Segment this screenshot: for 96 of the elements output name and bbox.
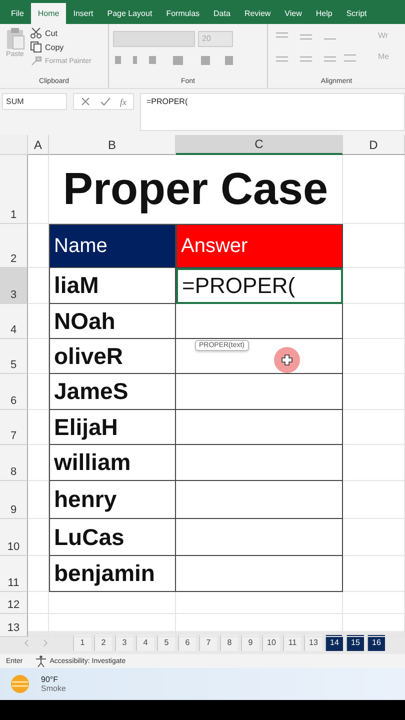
table-cell: LuCas bbox=[49, 519, 176, 556]
ribbon-tab[interactable]: Help bbox=[308, 3, 340, 24]
row-header[interactable]: 3 bbox=[0, 268, 28, 304]
empty-cell bbox=[343, 592, 405, 614]
ribbon-tab[interactable]: Home bbox=[30, 3, 66, 24]
ribbon-tab[interactable]: Script bbox=[339, 3, 374, 24]
empty-cell bbox=[28, 304, 49, 339]
empty-cell bbox=[28, 519, 49, 556]
brush-icon bbox=[30, 55, 42, 67]
empty-cell bbox=[343, 304, 405, 339]
row-header[interactable]: 9 bbox=[0, 481, 28, 519]
weather-condition: Smoke bbox=[41, 684, 66, 693]
temperature: 90°F bbox=[41, 675, 59, 684]
empty-cell bbox=[28, 410, 49, 445]
empty-cell bbox=[28, 592, 49, 614]
clipboard-icon bbox=[4, 27, 26, 51]
empty-cell bbox=[28, 339, 49, 374]
row-header[interactable]: 4 bbox=[0, 304, 28, 339]
table-cell: liaM bbox=[49, 268, 176, 304]
table-cell[interactable] bbox=[176, 374, 343, 410]
insert-function-button[interactable]: fx bbox=[120, 96, 126, 106]
column-header[interactable]: B bbox=[49, 135, 176, 155]
ribbon-tab[interactable]: File bbox=[4, 3, 31, 24]
sheet-tab[interactable]: 4 bbox=[136, 634, 154, 650]
header-cell: Answer bbox=[176, 224, 343, 268]
sun-icon bbox=[9, 673, 31, 695]
empty-cell bbox=[343, 374, 405, 410]
column-header[interactable]: A bbox=[28, 135, 49, 155]
sheet-tab[interactable]: 14 bbox=[325, 634, 343, 650]
empty-cell bbox=[343, 268, 405, 304]
table-cell[interactable] bbox=[176, 481, 343, 519]
empty-cell bbox=[28, 268, 49, 304]
table-cell: ElijaH bbox=[49, 410, 176, 445]
empty-cell bbox=[343, 519, 405, 556]
ribbon-tab[interactable]: Data bbox=[206, 3, 238, 24]
sheet-tab[interactable]: 16 bbox=[367, 634, 385, 650]
column-header[interactable]: C bbox=[176, 135, 343, 155]
header-cell: Name bbox=[49, 224, 176, 268]
ribbon-tab[interactable]: Page Layout bbox=[100, 3, 160, 24]
row-header[interactable]: 13 bbox=[0, 614, 28, 637]
sheet-tab[interactable]: 10 bbox=[262, 634, 280, 650]
ribbon-tab[interactable]: View bbox=[278, 3, 309, 24]
sheet-tab[interactable]: 5 bbox=[157, 634, 175, 650]
empty-cell bbox=[28, 445, 49, 481]
table-cell[interactable] bbox=[176, 519, 343, 556]
row-header[interactable]: 6 bbox=[0, 374, 28, 410]
table-cell: JameS bbox=[49, 374, 176, 410]
empty-cell bbox=[343, 481, 405, 519]
click-indicator-icon bbox=[274, 347, 300, 373]
table-cell[interactable] bbox=[176, 304, 343, 339]
sheet-tab[interactable]: 8 bbox=[220, 634, 238, 650]
row-header[interactable]: 2 bbox=[0, 224, 28, 268]
sheet-tab[interactable]: 3 bbox=[115, 634, 133, 650]
accessibility-icon bbox=[34, 655, 47, 667]
name-box[interactable]: SUM bbox=[2, 93, 67, 110]
cut-button[interactable]: Cut bbox=[30, 27, 92, 39]
table-cell[interactable] bbox=[176, 556, 343, 592]
sheet-tab[interactable]: 9 bbox=[241, 634, 259, 650]
editing-cell[interactable]: =PROPER( bbox=[176, 268, 343, 304]
table-cell: william bbox=[49, 445, 176, 481]
empty-cell bbox=[28, 481, 49, 519]
ribbon-tab[interactable]: Formulas bbox=[159, 3, 207, 24]
empty-cell bbox=[343, 556, 405, 592]
sheet-tab[interactable]: 7 bbox=[199, 634, 217, 650]
empty-cell bbox=[343, 339, 405, 374]
ribbon-tab[interactable]: Insert bbox=[66, 3, 100, 24]
copy-button[interactable]: Copy bbox=[30, 41, 92, 53]
column-header[interactable]: D bbox=[343, 135, 405, 155]
table-cell[interactable] bbox=[176, 410, 343, 445]
empty-cell bbox=[343, 445, 405, 481]
row-header[interactable]: 5 bbox=[0, 339, 28, 374]
table-cell: oliveR bbox=[49, 339, 176, 374]
table-cell: NOah bbox=[49, 304, 176, 339]
font-name-field[interactable] bbox=[113, 31, 195, 47]
empty-cell bbox=[343, 410, 405, 445]
copy-icon bbox=[30, 41, 42, 53]
sheet-tab[interactable]: 1 bbox=[73, 634, 91, 650]
row-header[interactable]: 8 bbox=[0, 445, 28, 481]
empty-cell bbox=[28, 374, 49, 410]
table-cell: henry bbox=[49, 481, 176, 519]
empty-cell bbox=[28, 556, 49, 592]
row-header[interactable]: 12 bbox=[0, 592, 28, 614]
row-header[interactable]: 1 bbox=[0, 155, 28, 224]
sheet-tab[interactable]: 6 bbox=[178, 634, 196, 650]
row-header[interactable]: 7 bbox=[0, 410, 28, 445]
formula-field[interactable]: =PROPER( bbox=[140, 93, 405, 131]
sheet-tab[interactable]: 2 bbox=[94, 634, 112, 650]
ribbon-tab[interactable]: Review bbox=[237, 3, 278, 24]
table-cell[interactable] bbox=[176, 445, 343, 481]
row-header[interactable]: 11 bbox=[0, 556, 28, 592]
sheet-tab[interactable]: 13 bbox=[304, 634, 322, 650]
scissors-icon bbox=[30, 27, 42, 39]
sheet-tab[interactable]: 11 bbox=[283, 634, 301, 650]
table-cell: benjamin bbox=[49, 556, 176, 592]
sheet-tab[interactable]: 15 bbox=[346, 634, 364, 650]
row-header[interactable]: 10 bbox=[0, 519, 28, 556]
